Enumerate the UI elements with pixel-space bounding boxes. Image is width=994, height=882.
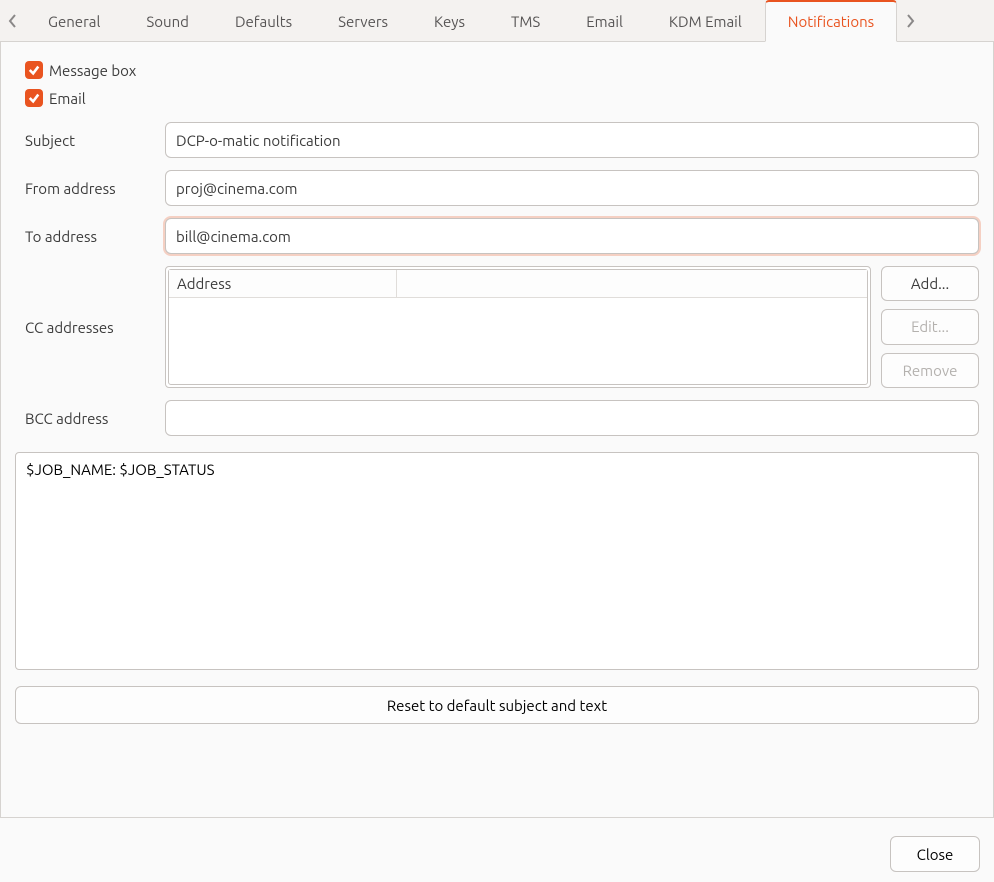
dialog-footer: Close xyxy=(0,826,994,882)
cc-address-list[interactable]: Address xyxy=(165,266,871,388)
tab-email[interactable]: Email xyxy=(563,0,646,41)
tab-label: Notifications xyxy=(788,13,874,30)
reset-button[interactable]: Reset to default subject and text xyxy=(15,686,979,724)
tab-label: Sound xyxy=(146,13,189,30)
tab-bar: General Sound Defaults Servers Keys TMS … xyxy=(0,0,994,42)
tab-keys[interactable]: Keys xyxy=(411,0,488,41)
tab-notifications[interactable]: Notifications xyxy=(765,0,897,42)
chevron-left-icon xyxy=(8,14,18,28)
checkmark-icon xyxy=(28,64,40,76)
checkbox-email-row: Email xyxy=(25,84,979,112)
tab-label: TMS xyxy=(511,13,540,30)
checkbox-message-box[interactable] xyxy=(25,61,43,79)
tab-defaults[interactable]: Defaults xyxy=(212,0,315,41)
tab-label: Defaults xyxy=(235,13,292,30)
cc-remove-button[interactable]: Remove xyxy=(881,353,979,388)
bcc-label: BCC address xyxy=(15,410,155,427)
close-button[interactable]: Close xyxy=(890,836,980,872)
tab-label: Servers xyxy=(338,13,388,30)
checkbox-email-label: Email xyxy=(49,90,86,107)
to-address-input[interactable] xyxy=(165,218,979,254)
cc-add-button[interactable]: Add... xyxy=(881,266,979,301)
from-label: From address xyxy=(15,180,155,197)
from-address-input[interactable] xyxy=(165,170,979,206)
checkmark-icon xyxy=(28,92,40,104)
bcc-address-input[interactable] xyxy=(165,400,979,436)
cc-header-address: Address xyxy=(177,270,397,297)
checkbox-message-box-row: Message box xyxy=(25,56,979,84)
tab-scroll-right[interactable] xyxy=(897,0,922,41)
tab-general[interactable]: General xyxy=(25,0,123,41)
tab-scroll-left[interactable] xyxy=(0,0,25,41)
tab-label: Email xyxy=(586,13,623,30)
cc-buttons: Add... Edit... Remove xyxy=(881,266,979,388)
tab-kdm-email[interactable]: KDM Email xyxy=(646,0,765,41)
subject-label: Subject xyxy=(15,132,155,149)
email-form: Subject From address To address CC addre… xyxy=(15,122,979,436)
tab-servers[interactable]: Servers xyxy=(315,0,411,41)
email-body-textarea[interactable] xyxy=(15,452,979,670)
preferences-window: General Sound Defaults Servers Keys TMS … xyxy=(0,0,994,882)
notifications-panel: Message box Email Subject From address T… xyxy=(0,42,994,818)
checkbox-email[interactable] xyxy=(25,89,43,107)
tab-label: General xyxy=(48,13,100,30)
cc-area: Address Add... Edit... Remove xyxy=(165,266,979,388)
cc-list-header: Address xyxy=(169,270,867,298)
tab-sound[interactable]: Sound xyxy=(123,0,212,41)
checkbox-message-box-label: Message box xyxy=(49,62,136,79)
to-label: To address xyxy=(15,228,155,245)
cc-label: CC addresses xyxy=(15,319,155,336)
subject-input[interactable] xyxy=(165,122,979,158)
tab-label: Keys xyxy=(434,13,465,30)
tab-tms[interactable]: TMS xyxy=(488,0,563,41)
cc-edit-button[interactable]: Edit... xyxy=(881,309,979,344)
chevron-right-icon xyxy=(905,14,915,28)
tab-label: KDM Email xyxy=(669,13,742,30)
